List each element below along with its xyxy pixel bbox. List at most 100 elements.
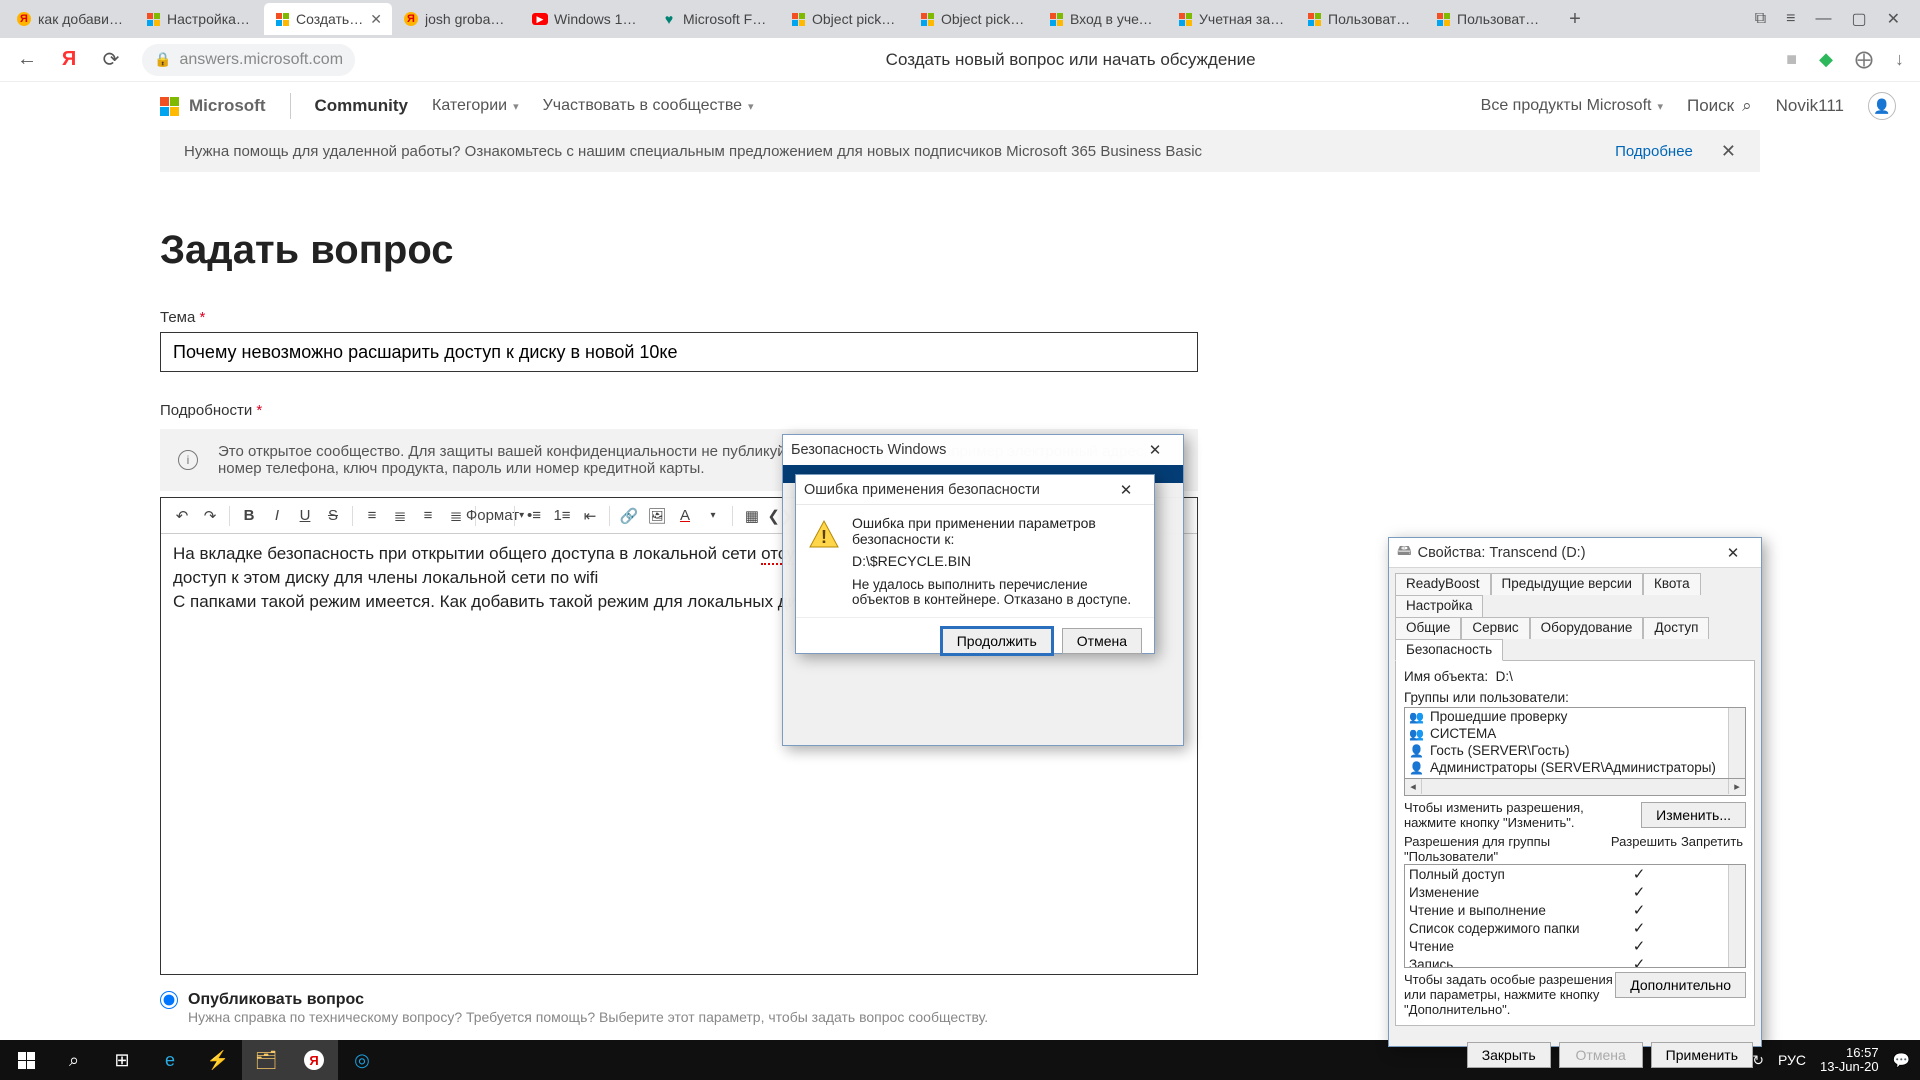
permission-list-item[interactable]: Полный доступ✓: [1405, 865, 1745, 883]
permissions-listbox[interactable]: Полный доступ✓Изменение✓Чтение и выполне…: [1404, 864, 1746, 968]
apply-button[interactable]: Применить: [1651, 1042, 1753, 1068]
browser-menu-icon[interactable]: ≡: [1786, 10, 1795, 28]
bold-icon[interactable]: B: [236, 503, 262, 529]
groups-hscroll[interactable]: ◂▸: [1404, 779, 1746, 796]
properties-close-icon[interactable]: ✕: [1713, 544, 1753, 562]
group-list-item[interactable]: 👤Гость (SERVER\Гость): [1405, 742, 1745, 759]
underline-icon[interactable]: U: [292, 503, 318, 529]
tab-close-icon[interactable]: ✕: [370, 11, 382, 28]
yandex-browser-icon[interactable]: Я: [290, 1040, 338, 1080]
browser-tab[interactable]: Якак добавить п: [6, 3, 134, 35]
continue-button[interactable]: Продолжить: [942, 628, 1052, 654]
url-box[interactable]: 🔒 answers.microsoft.com: [142, 44, 355, 76]
permissions-scrollbar[interactable]: [1728, 865, 1745, 967]
permission-list-item[interactable]: Список содержимого папки✓: [1405, 919, 1745, 937]
protect-shield-icon[interactable]: ◆: [1819, 49, 1833, 70]
browser-tab[interactable]: Создать нов✕: [264, 3, 392, 35]
number-list-icon[interactable]: 1≡: [549, 503, 575, 529]
header-search[interactable]: Поиск⌕: [1687, 96, 1752, 116]
properties-tab[interactable]: Доступ: [1643, 617, 1709, 639]
aimp-icon[interactable]: ⚡: [194, 1040, 242, 1080]
all-products-menu[interactable]: Все продукты Microsoft▾: [1481, 97, 1663, 115]
community-link[interactable]: Community: [315, 96, 409, 116]
browser-tab[interactable]: ♥Microsoft Famil: [651, 3, 779, 35]
browser-tab[interactable]: Пользователь: [1425, 3, 1553, 35]
bookmark-icon[interactable]: ■: [1786, 49, 1797, 70]
permission-list-item[interactable]: Чтение✓: [1405, 937, 1745, 955]
notifications-icon[interactable]: 💬: [1893, 1052, 1910, 1069]
undo-icon[interactable]: ↶: [169, 503, 195, 529]
microsoft-logo[interactable]: Microsoft: [160, 96, 266, 116]
permission-list-item[interactable]: Чтение и выполнение✓: [1405, 901, 1745, 919]
username[interactable]: Novik111: [1776, 96, 1844, 116]
taskview-icon[interactable]: ⊞: [98, 1040, 146, 1080]
tabs-overview-icon[interactable]: ⧉: [1755, 10, 1766, 28]
groups-listbox[interactable]: 👥Прошедшие проверку👥СИСТЕМА👤Гость (SERVE…: [1404, 707, 1746, 779]
format-dropdown[interactable]: Формат ▾: [482, 503, 508, 529]
table-icon[interactable]: ▦: [739, 503, 765, 529]
browser-tab[interactable]: Яjosh groban —: [393, 3, 521, 35]
image-icon[interactable]: 🖼: [644, 503, 670, 529]
start-button[interactable]: [2, 1040, 50, 1080]
extensions-icon[interactable]: ⨁: [1855, 49, 1873, 70]
outdent-icon[interactable]: ⇤: [577, 503, 603, 529]
font-color-icon[interactable]: A: [672, 503, 698, 529]
permission-list-item[interactable]: Изменение✓: [1405, 883, 1745, 901]
back-icon[interactable]: ←: [16, 48, 38, 71]
subject-input[interactable]: [160, 332, 1198, 372]
font-color-dropdown-icon[interactable]: ▾: [700, 503, 726, 529]
properties-tab[interactable]: Оборудование: [1530, 617, 1644, 639]
browser-tab[interactable]: Пользователь: [1296, 3, 1424, 35]
yandex-home-icon[interactable]: Я: [58, 48, 80, 71]
banner-more-link[interactable]: Подробнее: [1615, 143, 1693, 160]
banner-close-icon[interactable]: ✕: [1721, 141, 1736, 162]
error-dialog-close-icon[interactable]: ✕: [1106, 481, 1146, 499]
file-explorer-icon[interactable]: 🗂: [242, 1040, 290, 1080]
align-center-icon[interactable]: ≣: [387, 503, 413, 529]
properties-tab[interactable]: Настройка: [1395, 595, 1483, 617]
search-taskbar-icon[interactable]: ⌕: [50, 1040, 98, 1080]
advanced-button[interactable]: Дополнительно: [1615, 972, 1746, 998]
browser-tab[interactable]: Object picker U: [909, 3, 1037, 35]
groups-scrollbar[interactable]: [1728, 708, 1745, 778]
language-indicator[interactable]: РУС: [1778, 1052, 1806, 1068]
new-tab-button[interactable]: +: [1560, 4, 1590, 34]
browser-tab[interactable]: Учетная запис: [1167, 3, 1295, 35]
downloads-icon[interactable]: ↓: [1895, 49, 1904, 70]
link-icon[interactable]: 🔗: [616, 503, 642, 529]
reload-icon[interactable]: ⟳: [100, 47, 122, 72]
properties-tab[interactable]: ReadyBoost: [1395, 573, 1491, 595]
properties-tab[interactable]: Сервис: [1461, 617, 1529, 639]
categories-menu[interactable]: Категории▾: [432, 97, 519, 115]
window-minimize-icon[interactable]: —: [1815, 10, 1831, 28]
edit-permissions-button[interactable]: Изменить...: [1641, 802, 1746, 828]
properties-tab[interactable]: Предыдущие версии: [1491, 573, 1643, 595]
close-button[interactable]: Закрыть: [1467, 1042, 1551, 1068]
group-list-item[interactable]: 👥СИСТЕМА: [1405, 725, 1745, 742]
properties-tab[interactable]: Общие: [1395, 617, 1461, 639]
clock[interactable]: 16:57 13-Jun-20: [1820, 1046, 1879, 1075]
redo-icon[interactable]: ↷: [197, 503, 223, 529]
teamviewer-icon[interactable]: ◎: [338, 1040, 386, 1080]
browser-tab[interactable]: Настройка обн: [135, 3, 263, 35]
windows-security-close-icon[interactable]: ✕: [1135, 441, 1175, 459]
group-list-item[interactable]: 👥Прошедшие проверку: [1405, 708, 1745, 725]
window-close-icon[interactable]: ✕: [1887, 9, 1900, 29]
browser-tab[interactable]: Вход в учетну: [1038, 3, 1166, 35]
edge-icon[interactable]: e: [146, 1040, 194, 1080]
properties-tab[interactable]: Квота: [1643, 573, 1701, 595]
permission-list-item[interactable]: Запись✓: [1405, 955, 1745, 968]
align-right-icon[interactable]: ≡: [415, 503, 441, 529]
participate-menu[interactable]: Участвовать в сообществе▾: [543, 97, 754, 115]
browser-tab[interactable]: Object picker U: [780, 3, 908, 35]
align-left-icon[interactable]: ≡: [359, 503, 385, 529]
browser-tab[interactable]: ▶Windows 10 нн: [522, 3, 650, 35]
cancel-button[interactable]: Отмена: [1062, 628, 1142, 654]
publish-question-radio[interactable]: [160, 991, 178, 1009]
avatar[interactable]: 👤: [1868, 92, 1896, 120]
group-list-item[interactable]: 👤Администраторы (SERVER\Администраторы): [1405, 759, 1745, 776]
properties-tab[interactable]: Безопасность: [1395, 639, 1503, 661]
window-maximize-icon[interactable]: ▢: [1851, 9, 1866, 29]
strike-icon[interactable]: S: [320, 503, 346, 529]
bullet-list-icon[interactable]: •≡: [521, 503, 547, 529]
